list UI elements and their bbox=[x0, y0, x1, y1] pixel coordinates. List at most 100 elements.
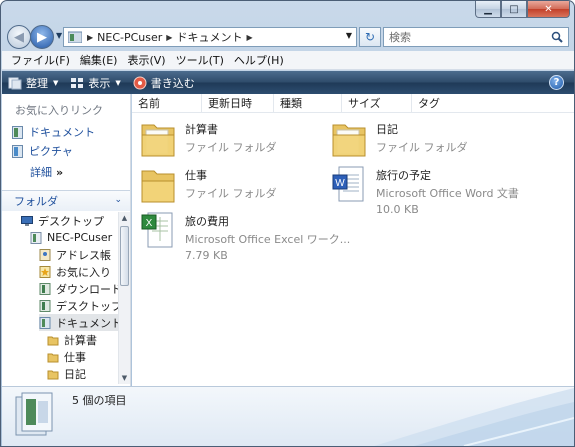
file-item-travel-plan[interactable]: W 旅行の予定 Microsoft Office Word 文書 10.0 KB bbox=[331, 165, 519, 216]
double-chevron-icon: » bbox=[56, 166, 64, 179]
more-links[interactable]: 詳細 » bbox=[30, 164, 63, 180]
address-bar[interactable]: ▶ NEC-PCuser ▶ ドキュメント ▶ ▼ bbox=[63, 27, 357, 47]
user-folder-icon bbox=[30, 231, 42, 244]
tree-item-label: デスクトップ bbox=[38, 214, 104, 228]
column-type[interactable]: 種類 bbox=[274, 93, 342, 113]
refresh-button[interactable]: ↻ bbox=[359, 27, 381, 47]
tree-item-diary[interactable]: 日記 bbox=[47, 365, 86, 382]
tree-item-label: 仕事 bbox=[64, 350, 86, 364]
tree-item-label: アドレス帳 bbox=[56, 248, 111, 262]
folder-icon bbox=[47, 353, 59, 362]
forward-button[interactable]: ▶ bbox=[30, 25, 54, 49]
file-type: ファイル フォルダ bbox=[185, 187, 277, 200]
desktop-icon bbox=[21, 215, 33, 226]
contacts-icon bbox=[39, 248, 51, 261]
address-history-dropdown[interactable]: ▼ bbox=[346, 31, 352, 40]
file-size: 10.0 KB bbox=[376, 203, 419, 216]
breadcrumb-separator-icon[interactable]: ▶ bbox=[87, 33, 93, 42]
favorite-link-label: ドキュメント bbox=[29, 126, 95, 139]
desktop-folder-icon bbox=[39, 299, 51, 312]
tree-item-contacts[interactable]: アドレス帳 bbox=[39, 246, 111, 263]
search-input[interactable]: 検索 bbox=[383, 27, 569, 47]
menu-edit[interactable]: 編集(E) bbox=[75, 52, 123, 68]
caption-buttons: ▁ □ ✕ bbox=[475, 1, 570, 18]
details-pane: 5 個の項目 bbox=[2, 386, 574, 446]
favorite-link-pictures[interactable]: ピクチャ bbox=[12, 143, 73, 159]
tree-item-label: NEC-PCuser bbox=[47, 231, 113, 244]
tree-item-downloads[interactable]: ダウンロード bbox=[39, 280, 118, 297]
folder-icon bbox=[332, 124, 366, 157]
file-item-travel-cost[interactable]: X 旅の費用 Microsoft Office Excel ワーク... 7.7… bbox=[140, 211, 350, 262]
tree-item-desktop[interactable]: デスクトップ bbox=[21, 212, 104, 229]
excel-workbook-icon: X bbox=[141, 212, 173, 248]
back-button[interactable]: ◀ bbox=[7, 25, 31, 49]
folder-icon bbox=[47, 370, 59, 379]
file-name: 日記 bbox=[376, 123, 398, 136]
burn-label: 書き込む bbox=[150, 76, 195, 90]
favorite-link-documents[interactable]: ドキュメント bbox=[12, 124, 95, 140]
folder-icon bbox=[141, 170, 175, 203]
breadcrumb-user[interactable]: NEC-PCuser bbox=[97, 31, 162, 44]
folder-tree: デスクトップ NEC-PCuser アドレス帳 お気に入り ダウンロード デスク… bbox=[2, 212, 118, 384]
documents-icon bbox=[12, 125, 23, 139]
favorite-link-label: ピクチャ bbox=[29, 145, 73, 158]
menu-file[interactable]: ファイル(F) bbox=[6, 52, 75, 68]
pictures-icon bbox=[12, 144, 23, 158]
tree-item-label: 日記 bbox=[64, 367, 86, 381]
help-button[interactable]: ? bbox=[549, 75, 564, 90]
word-document-icon: W bbox=[332, 166, 364, 202]
file-item-diary[interactable]: 日記 ファイル フォルダ bbox=[331, 119, 468, 159]
more-label: 詳細 bbox=[30, 166, 52, 179]
view-icon bbox=[71, 77, 84, 88]
tree-item-work[interactable]: 仕事 bbox=[47, 348, 86, 365]
tree-item-label: お気に入り bbox=[56, 265, 111, 279]
maximize-button[interactable]: □ bbox=[501, 1, 527, 18]
file-type: Microsoft Office Word 文書 bbox=[376, 187, 519, 200]
breadcrumb-documents[interactable]: ドキュメント bbox=[176, 29, 242, 45]
organize-button[interactable]: 整理 ▼ bbox=[8, 75, 58, 91]
column-modified[interactable]: 更新日時 bbox=[202, 93, 274, 113]
tree-item-calculation[interactable]: 計算書 bbox=[47, 331, 97, 348]
column-name[interactable]: 名前 bbox=[132, 93, 202, 113]
navigation-pane: お気に入りリンク ドキュメント ピクチャ 詳細 » フォルダ ⌄ デスクトップ N… bbox=[2, 94, 131, 386]
downloads-icon bbox=[39, 282, 51, 295]
menu-view[interactable]: 表示(V) bbox=[122, 52, 170, 68]
column-tags[interactable]: タグ bbox=[412, 94, 482, 113]
arrow-right-icon: ▶ bbox=[37, 29, 47, 45]
scroll-down-icon[interactable]: ▼ bbox=[119, 372, 130, 384]
file-name: 旅行の予定 bbox=[376, 169, 431, 182]
scroll-thumb[interactable] bbox=[120, 226, 129, 286]
favorite-links-title: お気に入りリンク bbox=[15, 104, 103, 117]
file-list: 計算書 ファイル フォルダ 日記 ファイル フォルダ 仕事 ファイル フォルダ … bbox=[132, 113, 574, 386]
favorites-icon bbox=[39, 265, 51, 278]
view-button[interactable]: 表示 ▼ bbox=[70, 75, 121, 91]
tree-item-desktop-folder[interactable]: デスクトップ bbox=[39, 297, 118, 314]
folder-tree-scrollbar[interactable]: ▲ ▼ bbox=[118, 212, 130, 384]
burn-button[interactable]: 書き込む bbox=[133, 75, 195, 91]
menu-bar: ファイル(F) 編集(E) 表示(V) ツール(T) ヘルプ(H) bbox=[2, 51, 574, 70]
command-toolbar: 整理 ▼ 表示 ▼ 書き込む ? bbox=[2, 71, 574, 94]
file-item-work[interactable]: 仕事 ファイル フォルダ bbox=[140, 165, 277, 205]
folders-header[interactable]: フォルダ ⌄ bbox=[2, 190, 130, 211]
breadcrumb-separator-icon[interactable]: ▶ bbox=[246, 33, 252, 42]
file-name: 仕事 bbox=[185, 169, 207, 182]
folder-icon bbox=[47, 336, 59, 345]
close-button[interactable]: ✕ bbox=[527, 1, 570, 18]
search-icon[interactable] bbox=[551, 31, 563, 43]
scroll-up-icon[interactable]: ▲ bbox=[119, 212, 130, 224]
folders-title: フォルダ bbox=[14, 195, 58, 208]
tree-item-documents[interactable]: ドキュメント bbox=[39, 314, 118, 331]
breadcrumb-separator-icon[interactable]: ▶ bbox=[166, 33, 172, 42]
menu-help[interactable]: ヘルプ(H) bbox=[229, 52, 289, 68]
tree-item-user[interactable]: NEC-PCuser bbox=[30, 229, 112, 246]
file-item-calculation[interactable]: 計算書 ファイル フォルダ bbox=[140, 119, 277, 159]
tree-item-favorites[interactable]: お気に入り bbox=[39, 263, 111, 280]
search-placeholder: 検索 bbox=[389, 31, 411, 44]
minimize-button[interactable]: ▁ bbox=[475, 1, 501, 18]
tree-item-label: デスクトップ bbox=[56, 299, 118, 313]
menu-tools[interactable]: ツール(T) bbox=[171, 52, 229, 68]
folder-icon bbox=[141, 124, 175, 157]
chevron-down-icon: ▼ bbox=[53, 78, 59, 87]
column-size[interactable]: サイズ bbox=[342, 93, 412, 113]
recent-pages-dropdown[interactable]: ▼ bbox=[56, 31, 62, 40]
